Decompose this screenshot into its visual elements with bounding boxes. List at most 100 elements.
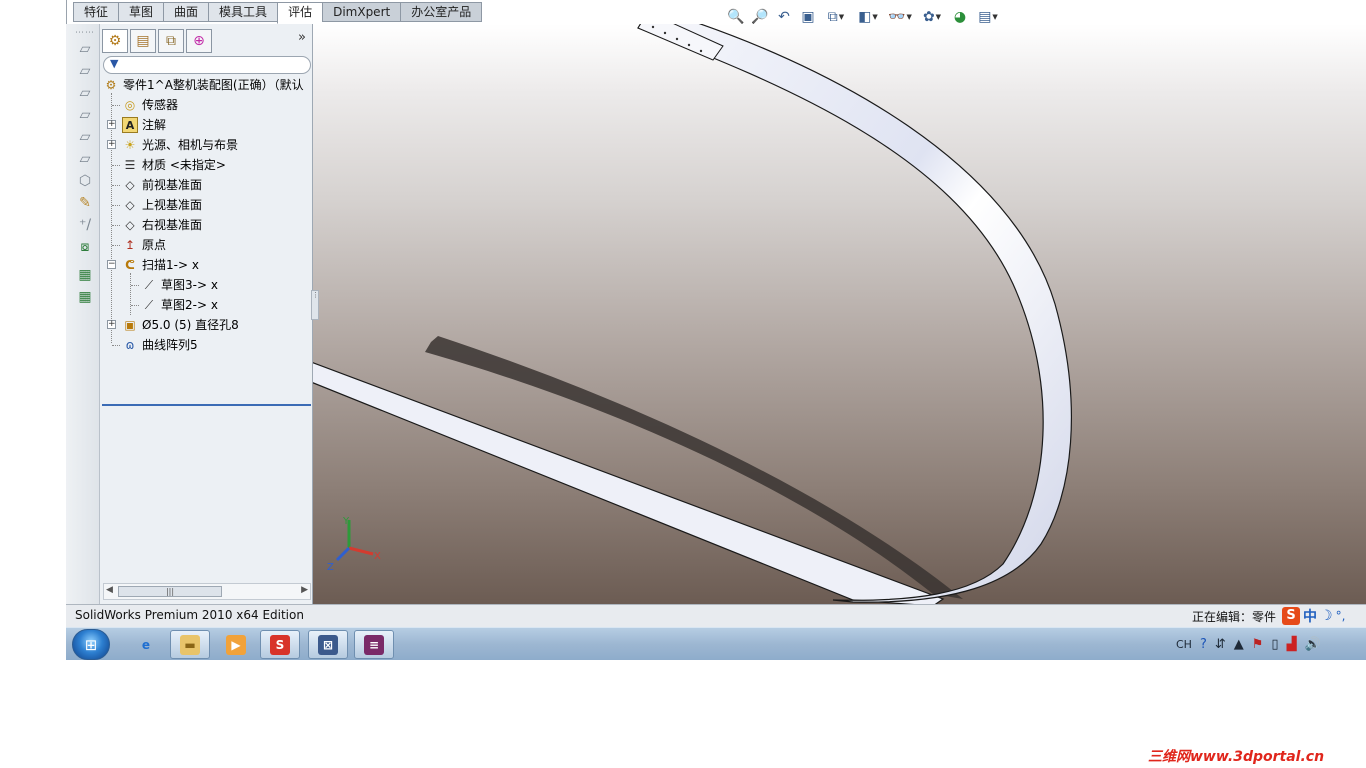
more-tabs-button[interactable]: » [298,30,306,45]
plane-icon: ◇ [125,178,135,192]
panel-splitter-handle[interactable]: ⋮ [311,290,319,320]
taskbar-app-window[interactable]: ⊠ [308,630,348,659]
windows-taskbar: ⊞ e ▬ ▶ S ⊠ ≡ CH ? ⇵ ▲ ⚑ ▯ ▟ 🔊 [66,627,1366,660]
hide-show-items-icon[interactable]: 👓 ▼ [886,7,914,27]
toolbar-grip[interactable]: ⋯⋯ [74,28,96,38]
tree-item-annotations[interactable]: + A 注解 [100,115,312,135]
feature-tree-horizontal-scrollbar[interactable]: ◀ ||| ▶ [103,583,311,600]
show-hidden-icons-icon[interactable]: ▲ [1234,637,1244,652]
tab-office-products[interactable]: 办公室产品 [400,2,483,22]
feature-filter-input[interactable]: ▼ [103,56,311,74]
rollback-bar[interactable] [102,404,311,406]
tree-item-sketch2[interactable]: ⟋ 草图2-> x [100,295,312,315]
previous-view-icon[interactable]: ↶ [774,7,794,27]
taskbar-solidworks[interactable]: S [260,630,300,659]
scroll-left-icon[interactable]: ◀ [106,585,113,595]
tree-item-right-plane[interactable]: ◇ 右视基准面 [100,215,312,235]
tree-item-hole-wizard[interactable]: + ▣ Ø5.0 (5) 直径孔8 [100,315,312,335]
tree-item-front-plane[interactable]: ◇ 前视基准面 [100,175,312,195]
collapse-button[interactable]: − [107,260,116,269]
sogou-logo-icon[interactable]: S [1282,607,1300,625]
ime-options-icon[interactable]: ⇵ [1215,637,1226,652]
taskbar-file-explorer[interactable]: ▬ [170,630,210,659]
view-bottom-icon[interactable]: ▱ [74,148,96,170]
action-center-flag-icon[interactable]: ⚑ [1252,637,1264,652]
model-shadow [425,336,963,599]
command-manager: 特征 草图 曲面 模具工具 评估 DimXpert 办公室产品 [66,0,1366,24]
tab-surfaces[interactable]: 曲面 [163,2,209,22]
expand-button[interactable]: + [107,140,116,149]
tree-item-top-plane[interactable]: ◇ 上视基准面 [100,195,312,215]
view-left-icon[interactable]: ▱ [74,82,96,104]
media-player-icon: ▶ [226,634,246,655]
power-icon[interactable]: ▯ [1271,637,1278,652]
ime-width-toggle[interactable]: ☽ [1320,608,1333,624]
tree-item-material[interactable]: ☰ 材质 <未指定> [100,155,312,175]
relations-icon[interactable]: ⧇ [74,236,96,258]
tree-item-curve-pattern[interactable]: ɷ 曲线阵列5 [100,335,312,355]
ime-punctuation-toggle[interactable]: °, [1336,609,1346,623]
sketch-tool-icon[interactable]: ✎ [74,192,96,214]
site-watermark: 三维网www.3dportal.cn [1148,749,1325,765]
view-back-icon[interactable]: ▱ [74,60,96,82]
view-isometric-icon[interactable]: ⬡ [74,170,96,192]
tree-item-sensors[interactable]: ◎ 传感器 [100,95,312,115]
app-window-icon: ⊠ [318,634,338,655]
feature-tree-tab-icon[interactable]: ⚙ [102,29,128,53]
zoom-to-area-icon[interactable]: 🔎 [750,7,770,27]
tab-mold-tools[interactable]: 模具工具 [208,2,278,22]
tree-item-origin[interactable]: ↥ 原点 [100,235,312,255]
tab-features[interactable]: 特征 [73,2,119,22]
smart-dimension-icon[interactable]: ⁺/ [74,214,96,236]
lights-cameras-icon: ☀ [124,138,136,152]
model-canvas[interactable]: Y X Z [313,24,1366,604]
graphics-area[interactable]: Y X Z [313,24,1366,604]
view-right-icon[interactable]: ▱ [74,104,96,126]
tab-sketch[interactable]: 草图 [118,2,164,22]
tree-item-sweep1[interactable]: − ᕦ 扫描1-> x [100,255,312,275]
layer-properties-icon[interactable]: ▦ [74,286,96,308]
edit-appearance-icon[interactable]: ✿ ▼ [918,7,946,27]
ime-toolbar[interactable]: S 中 ☽ °, [1282,606,1345,626]
view-orientation-icon[interactable]: ⧉ ▼ [822,7,850,27]
tree-item-lights-cameras-scene[interactable]: + ☀ 光源、相机与布景 [100,135,312,155]
taskbar-internet-explorer[interactable]: e [126,630,166,659]
tree-root-part[interactable]: ⚙ 零件1^A整机装配图(正确）（默认 [100,75,312,95]
zoom-to-fit-icon[interactable]: 🔍 [726,7,746,27]
taskbar-media-player[interactable]: ▶ [216,630,256,659]
tab-evaluate[interactable]: 评估 [277,2,323,24]
system-tray: CH ? ⇵ ▲ ⚑ ▯ ▟ 🔊 [1176,628,1321,661]
triad-y-label: Y [342,516,350,527]
tab-dimxpert[interactable]: DimXpert [322,2,401,22]
help-icon[interactable]: ? [1200,637,1207,652]
feature-tree: ⚙ 零件1^A整机装配图(正确）（默认 ◎ 传感器 + A 注解 + ☀ 光源、… [100,75,312,406]
folder-icon: ▬ [180,634,200,655]
network-icon[interactable]: ▟ [1287,637,1297,652]
display-style-icon[interactable]: ◧ ▼ [854,7,882,27]
tree-item-sketch3[interactable]: ⟋ 草图3-> x [100,275,312,295]
scrollbar-thumb[interactable]: ||| [118,586,222,597]
taskbar-winrar[interactable]: ≡ [354,630,394,659]
apply-scene-icon[interactable]: ◕ [950,7,970,27]
section-view-icon[interactable]: ▣ [798,7,818,27]
hole-wizard-icon: ▣ [124,318,136,332]
start-button[interactable]: ⊞ [72,629,110,660]
sensor-icon: ◎ [124,98,136,112]
ime-language-toggle[interactable]: 中 [1303,606,1317,626]
volume-icon[interactable]: 🔊 [1305,637,1321,652]
dimxpert-manager-tab-icon[interactable]: ⊕ [186,29,212,53]
layer-icon[interactable]: ▦ [74,264,96,286]
sweep-icon: ᕦ [125,258,135,272]
expand-button[interactable]: + [107,120,116,129]
property-manager-tab-icon[interactable]: ▤ [130,29,156,53]
view-settings-icon[interactable]: ▤ ▼ [974,7,1002,27]
heads-up-view-toolbar: 🔍 🔎 ↶ ▣ ⧉ ▼ ◧ ▼ 👓 ▼ ✿ ▼ ◕ ▤ ▼ [726,6,1002,28]
status-bar: SolidWorks Premium 2010 x64 Edition 正在编辑… [66,604,1366,627]
sweep-band-lower [313,362,945,604]
view-top-icon[interactable]: ▱ [74,126,96,148]
view-front-icon[interactable]: ▱ [74,38,96,60]
scroll-right-icon[interactable]: ▶ [301,585,308,595]
configuration-manager-tab-icon[interactable]: ⧉ [158,29,184,53]
input-language-indicator[interactable]: CH [1176,638,1192,651]
expand-button[interactable]: + [107,320,116,329]
